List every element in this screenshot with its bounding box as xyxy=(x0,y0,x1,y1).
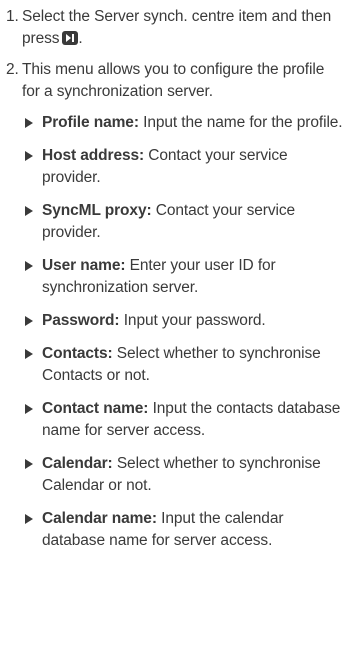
list-item-calendar-name: Calendar name: Input the calendar databa… xyxy=(24,508,343,552)
list-item-calendar: Calendar: Select whether to synchronise … xyxy=(24,453,343,497)
triangle-bullet-icon xyxy=(25,404,33,414)
triangle-bullet-icon xyxy=(25,118,33,128)
triangle-bullet-icon xyxy=(25,261,33,271)
triangle-bullet-icon xyxy=(25,206,33,216)
item-term: Contact name: xyxy=(42,400,149,417)
settings-list: Profile name: Input the name for the pro… xyxy=(4,112,343,552)
triangle-bullet-icon xyxy=(25,514,33,524)
manual-page: 1. Select the Server synch. centre item … xyxy=(0,0,357,664)
item-term: Contacts: xyxy=(42,345,113,362)
step-end: . xyxy=(78,30,83,47)
item-desc: Input your password. xyxy=(123,312,266,329)
item-term: Calendar name: xyxy=(42,510,157,527)
item-term: Calendar: xyxy=(42,455,113,472)
triangle-bullet-icon xyxy=(25,349,33,359)
list-item-profile-name: Profile name: Input the name for the pro… xyxy=(24,112,343,134)
step-number: 2. xyxy=(6,61,19,78)
triangle-bullet-icon xyxy=(25,316,33,326)
item-term: Host address: xyxy=(42,147,145,164)
item-term: Password: xyxy=(42,312,120,329)
triangle-bullet-icon xyxy=(25,459,33,469)
item-desc: Input the name for the profile. xyxy=(143,114,343,131)
list-item-syncml-proxy: SyncML proxy: Contact your service provi… xyxy=(24,200,343,244)
list-item-password: Password: Input your password. xyxy=(24,310,343,332)
list-item-contact-name: Contact name: Input the contacts databas… xyxy=(24,398,343,442)
step-number: 1. xyxy=(6,8,19,25)
step-text: This menu allows you to configure the pr… xyxy=(22,61,325,100)
step-1: 1. Select the Server synch. centre item … xyxy=(4,6,343,50)
list-item-user-name: User name: Enter your user ID for synchr… xyxy=(24,255,343,299)
item-term: User name: xyxy=(42,257,126,274)
item-term: SyncML proxy: xyxy=(42,202,152,219)
item-term: Profile name: xyxy=(42,114,139,131)
center-select-key-icon xyxy=(62,31,79,45)
triangle-bullet-icon xyxy=(25,151,33,161)
step-2: 2. This menu allows you to configure the… xyxy=(4,59,343,103)
list-item-contacts: Contacts: Select whether to synchronise … xyxy=(24,343,343,387)
list-item-host-address: Host address: Contact your service provi… xyxy=(24,145,343,189)
